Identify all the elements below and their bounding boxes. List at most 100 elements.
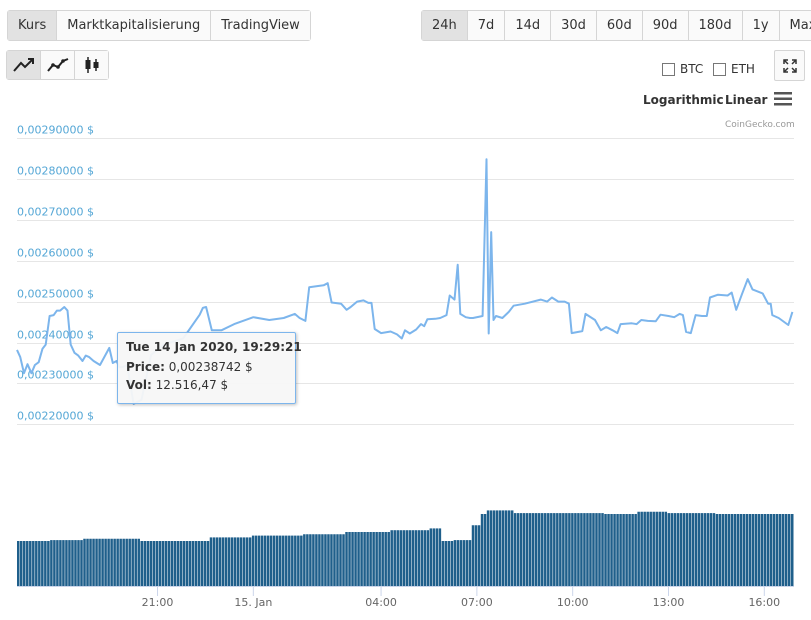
volume-bar <box>387 532 390 586</box>
volume-bar <box>646 511 649 586</box>
volume-bar <box>74 540 77 586</box>
volume-bar <box>116 538 119 586</box>
volume-bar <box>47 541 50 586</box>
volume-bar <box>354 532 357 586</box>
volume-bar <box>682 513 686 586</box>
volume-bar <box>119 538 122 586</box>
volume-bar <box>297 535 300 586</box>
volume-bar <box>610 514 613 586</box>
volume-bar <box>607 514 610 586</box>
volume-bar <box>272 535 276 586</box>
volume-bar <box>486 510 490 586</box>
volume-bar <box>730 514 734 586</box>
volume-bar <box>631 514 634 586</box>
volume-bar <box>260 535 264 586</box>
volume-bar <box>658 511 661 586</box>
volume-bar <box>399 530 402 586</box>
volume-bar <box>787 514 791 586</box>
volume-bar <box>402 530 405 586</box>
volume-bar <box>589 513 592 586</box>
volume-bar <box>363 532 366 586</box>
volume-bar <box>330 534 333 586</box>
volume-bar <box>637 511 640 586</box>
volume-bar <box>227 537 231 586</box>
volume-bar <box>444 541 448 586</box>
volume-bar <box>772 514 776 586</box>
volume-bar <box>541 513 544 586</box>
volume-bar <box>571 513 574 586</box>
volume-bar <box>71 540 74 586</box>
volume-bar <box>179 541 183 586</box>
volume-bar <box>134 538 137 586</box>
volume-bar <box>318 534 321 586</box>
volume-bar <box>291 535 294 586</box>
volume-bar <box>209 537 213 586</box>
x-tick-label: 16:00 <box>748 596 780 609</box>
volume-bar <box>574 513 577 586</box>
volume-bar <box>459 540 463 586</box>
volume-bar <box>83 538 86 586</box>
volume-bar <box>649 511 652 586</box>
volume-bar <box>480 514 484 586</box>
volume-bar <box>197 541 201 586</box>
volume-bar <box>703 513 707 586</box>
volume-bar <box>483 514 487 586</box>
volume-bar <box>586 513 589 586</box>
price-chart[interactable]: 0,00220000 $ 0,00230000 $ 0,00240000 $ 0,00… <box>0 0 811 620</box>
volume-bar <box>167 541 171 586</box>
tooltip-vol-value: 12.516,47 $ <box>155 378 229 392</box>
volume-bar <box>327 534 330 586</box>
volume-bar <box>447 541 451 586</box>
volume-bar <box>390 530 393 586</box>
x-tick-label: 04:00 <box>365 596 397 609</box>
volume-bar <box>652 511 655 586</box>
volume-bar <box>640 511 643 586</box>
x-tick-label: 13:00 <box>653 596 685 609</box>
volume-bar <box>670 513 674 586</box>
volume-bar <box>718 514 722 586</box>
volume-bar <box>781 514 785 586</box>
volume-bar <box>673 513 677 586</box>
volume-bar <box>113 538 116 586</box>
volume-bar <box>420 530 424 586</box>
volume-bar <box>507 510 511 586</box>
volume-bar <box>164 541 168 586</box>
volume-bar <box>727 514 731 586</box>
volume-bar <box>333 534 336 586</box>
volume-bar <box>92 538 95 586</box>
volume-bar <box>691 513 695 586</box>
volume-bar <box>152 541 156 586</box>
volume-bar <box>477 525 481 586</box>
volume-bar <box>429 528 433 586</box>
volume-bar <box>285 535 288 586</box>
volume-bar <box>269 535 273 586</box>
volume-bar <box>568 513 571 586</box>
volume-bar <box>513 513 517 586</box>
volume-bar <box>77 540 80 586</box>
volume-bar <box>775 514 779 586</box>
volume-bar <box>531 513 535 586</box>
volume-bar <box>131 538 134 586</box>
x-tick-label: 21:00 <box>142 596 174 609</box>
volume-bar <box>465 540 469 586</box>
volume-bar <box>522 513 526 586</box>
volume-bar <box>769 514 773 586</box>
volume-bar <box>242 537 246 586</box>
volume-bar <box>182 541 186 586</box>
volume-bar <box>742 514 746 586</box>
volume-bar <box>65 540 68 586</box>
volume-bar <box>32 541 35 586</box>
volume-bar <box>528 513 532 586</box>
volume-bar <box>348 532 351 586</box>
volume-bar <box>408 530 412 586</box>
volume-bar <box>29 541 32 586</box>
volume-bar <box>655 511 658 586</box>
x-tick-label: 07:00 <box>461 596 493 609</box>
volume-bar <box>441 541 445 586</box>
volume-bar <box>393 530 396 586</box>
volume-bar <box>236 537 240 586</box>
volume-bar <box>351 532 354 586</box>
volume-bar <box>634 514 637 586</box>
volume-bar <box>50 540 53 586</box>
volume-bar <box>462 540 466 586</box>
